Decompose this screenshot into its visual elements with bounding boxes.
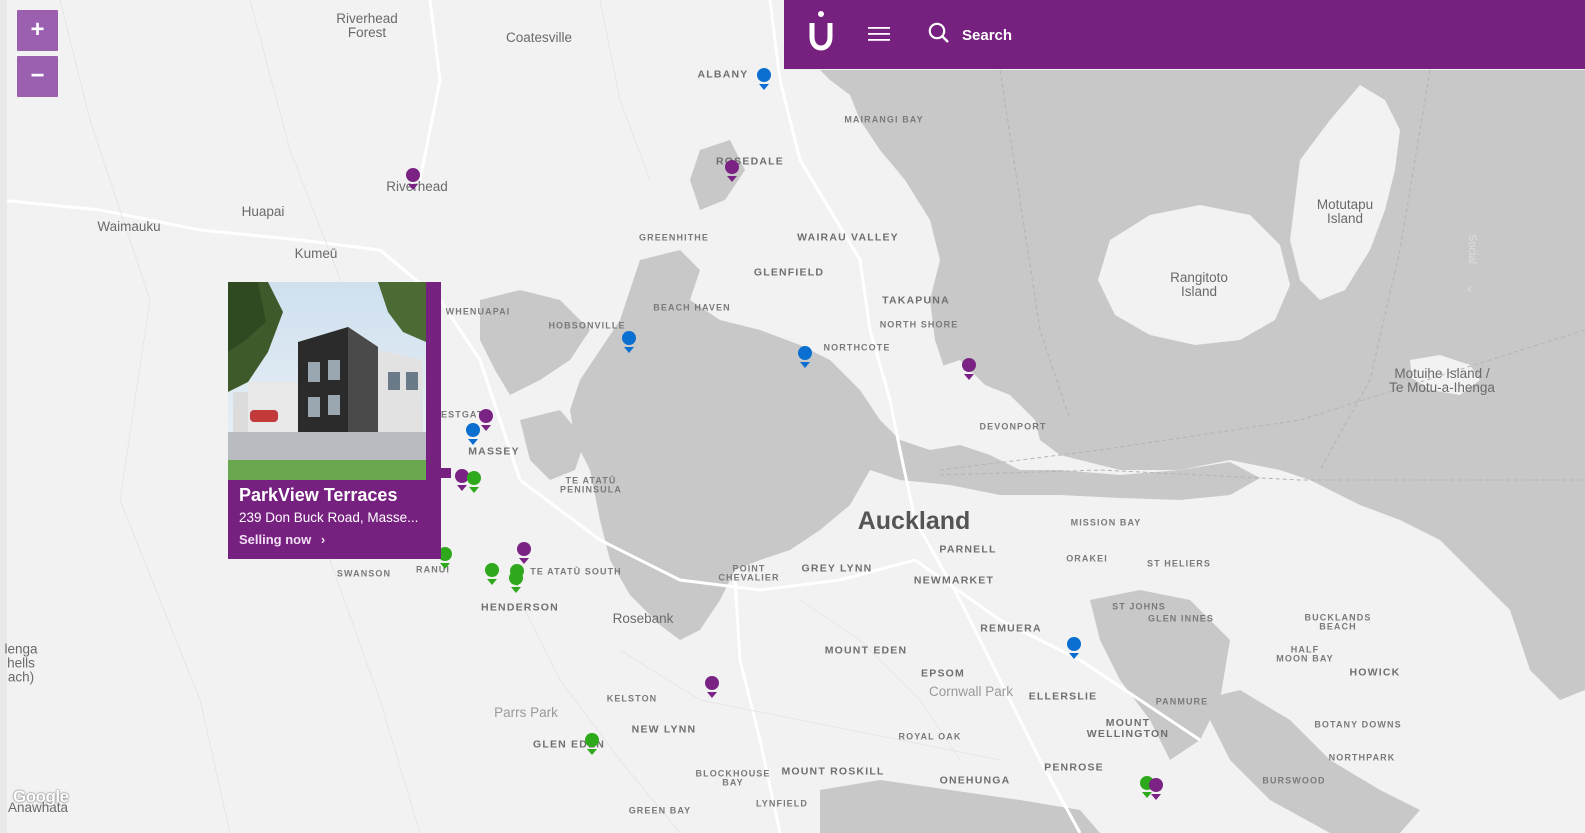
map-label: GREEN BAY <box>628 805 692 816</box>
map-label: Rosebank <box>612 610 674 626</box>
map-pin-purple[interactable] <box>704 676 720 698</box>
map-label: HENDERSON <box>481 601 559 614</box>
map-label: HALF MOON BAY <box>1276 644 1334 664</box>
map-pin-green[interactable] <box>508 571 524 593</box>
property-address: 239 Don Buck Road, Masse... <box>239 510 419 525</box>
map-label: NEWMARKET <box>913 574 995 587</box>
map-label: MASSEY <box>468 445 520 458</box>
map-pin-purple[interactable] <box>724 160 740 182</box>
map-label: PENROSE <box>1044 761 1104 774</box>
map-label: NORTHPARK <box>1328 752 1396 763</box>
map-pin-purple[interactable] <box>516 542 532 564</box>
map-pin-purple[interactable] <box>1148 778 1164 800</box>
map-label: MISSION BAY <box>1070 517 1142 528</box>
social-tab[interactable]: Social ‹ <box>1462 234 1486 296</box>
property-title[interactable]: ParkView Terraces <box>239 485 397 506</box>
map-pin-blue[interactable] <box>465 423 481 445</box>
map-label: EPSOM <box>921 667 965 680</box>
map-label: ORAKEI <box>1066 553 1108 564</box>
map-label: ROYAL OAK <box>898 731 962 742</box>
property-card[interactable]: ParkView Terraces 239 Don Buck Road, Mas… <box>228 282 441 559</box>
map-label: KELSTON <box>606 693 658 704</box>
map-label: lenga hells ach) <box>4 641 38 686</box>
map-label: MOUNT ROSKILL <box>781 765 885 778</box>
map-label: GLENFIELD <box>753 266 825 279</box>
map-label: Rangitoto Island <box>1170 269 1228 299</box>
map-label: GLEN INNES <box>1147 613 1215 624</box>
map-label: POINT CHEVALIER <box>718 563 780 583</box>
map-label: BURSWOOD <box>1262 775 1326 786</box>
chevron-left-icon: ‹ <box>1467 280 1472 296</box>
map-label: NORTHCOTE <box>823 342 891 353</box>
google-logo: Google <box>13 787 69 806</box>
social-label: Social <box>1466 234 1478 264</box>
map-label: BEACH HAVEN <box>653 302 731 313</box>
map-label: Coatesville <box>505 29 573 45</box>
map-label: WHENUAPAI <box>445 306 511 317</box>
map-pin-green[interactable] <box>584 733 600 755</box>
map-label: WAIRAU VALLEY <box>797 231 899 244</box>
map-pin-green[interactable] <box>466 471 482 493</box>
map-label: Huapai <box>241 203 285 219</box>
map-label: GREENHITHE <box>638 232 710 243</box>
property-status-link[interactable]: Selling now › <box>239 532 325 547</box>
map-label: Motutapu Island <box>1316 196 1374 226</box>
search-button[interactable]: Search <box>928 22 1012 48</box>
map-label: Kumeū <box>294 245 338 261</box>
map-label: DEVONPORT <box>979 421 1047 432</box>
map-label: BLOCKHOUSE BAY <box>695 768 771 788</box>
map-label: TE ATATŪ SOUTH <box>530 566 622 577</box>
map-label: MOUNT EDEN <box>824 644 908 657</box>
map-label: ST JOHNS <box>1112 601 1166 612</box>
map-label: MAIRANGI BAY <box>844 114 924 125</box>
left-edge <box>0 0 7 833</box>
map-pin-blue[interactable] <box>1066 637 1082 659</box>
map-pin-blue[interactable] <box>797 346 813 368</box>
map-pin-purple[interactable] <box>961 358 977 380</box>
map-label: PARNELL <box>939 543 997 556</box>
chevron-right-icon: › <box>320 532 326 547</box>
map-label: SWANSON <box>336 568 392 579</box>
map-label: BOTANY DOWNS <box>1314 719 1402 730</box>
map-label: Parrs Park <box>494 704 558 720</box>
map-label: Riverhead Forest <box>336 10 398 40</box>
map-label: ALBANY <box>697 68 749 81</box>
map-label: PANMURE <box>1155 696 1209 707</box>
map-label: ONEHUNGA <box>939 774 1011 787</box>
map-label: TE ATATŪ PENINSULA <box>560 475 622 495</box>
map-label: Auckland <box>857 506 971 535</box>
map-label: MOUNT WELLINGTON <box>1086 716 1170 740</box>
map-pin-green[interactable] <box>484 563 500 585</box>
map-label: Motuihe Island / Te Motu-a-Ihenga <box>1389 365 1495 395</box>
map-label: LYNFIELD <box>756 798 808 809</box>
map-label: REMUERA <box>980 622 1042 635</box>
map-label: HOWICK <box>1349 666 1401 679</box>
top-bar: Search <box>784 0 1585 69</box>
map-label: TAKAPUNA <box>882 294 950 307</box>
property-photo[interactable] <box>228 282 426 480</box>
zoom-in-button[interactable]: + <box>17 10 58 51</box>
zoom-out-button[interactable]: − <box>17 56 58 97</box>
map-label: Waimauku <box>97 218 161 234</box>
map-label: BUCKLANDS BEACH <box>1304 612 1372 632</box>
u-logo-icon[interactable] <box>806 9 836 53</box>
map-label: ST HELIERS <box>1146 558 1212 569</box>
search-label: Search <box>962 26 1013 44</box>
map-pin-blue[interactable] <box>756 68 772 90</box>
card-pointer <box>441 468 451 478</box>
map-label: NORTH SHORE <box>879 319 959 330</box>
map-pin-purple[interactable] <box>405 168 421 190</box>
map-label: Cornwall Park <box>928 683 1014 699</box>
map-label: HOBSONVILLE <box>548 320 626 331</box>
map-label: NEW LYNN <box>631 723 697 736</box>
map-pin-blue[interactable] <box>621 331 637 353</box>
map-label: ELLERSLIE <box>1028 690 1098 703</box>
hamburger-menu-icon[interactable] <box>868 24 892 44</box>
map-label: GREY LYNN <box>801 562 873 575</box>
status-label: Selling now <box>239 532 312 547</box>
search-icon <box>928 22 950 49</box>
